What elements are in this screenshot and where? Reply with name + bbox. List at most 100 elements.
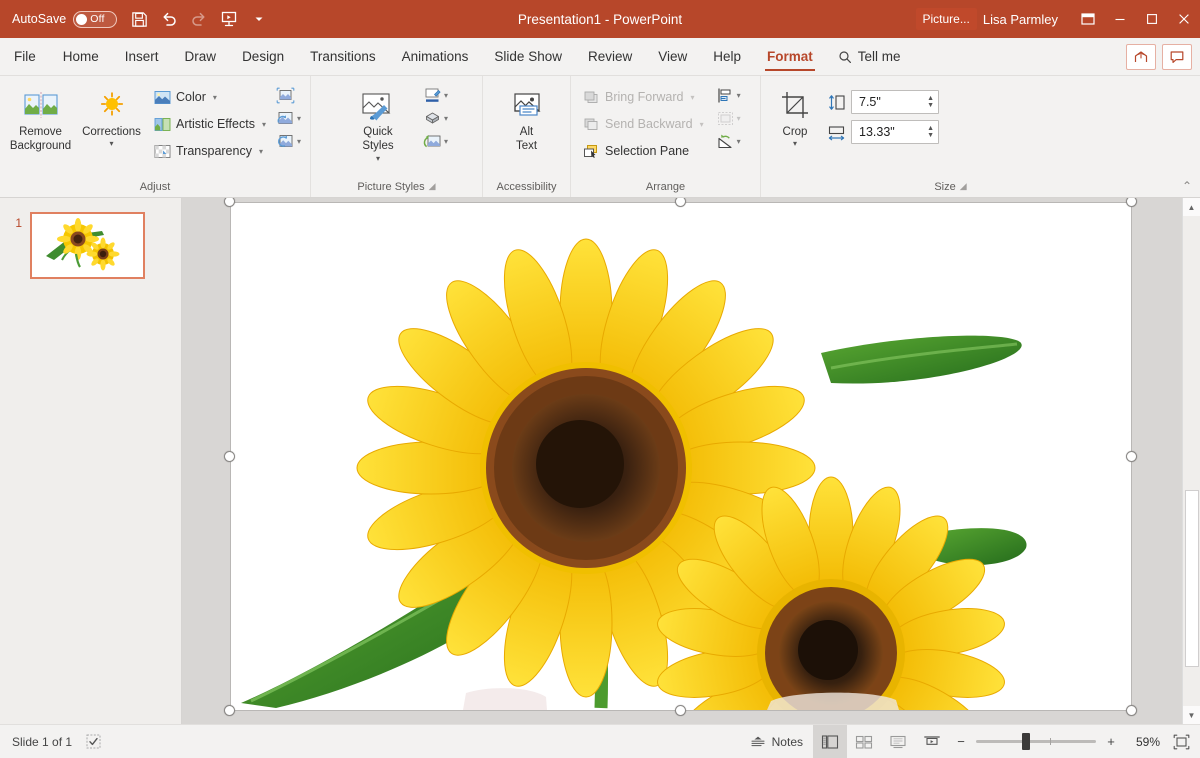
bring-forward-caret-icon[interactable]: ▾ <box>691 93 695 102</box>
color-button[interactable]: Color ▾ <box>148 84 271 110</box>
save-icon[interactable] <box>125 5 153 33</box>
zoom-percent-label[interactable]: 59% <box>1126 735 1160 749</box>
tab-draw[interactable]: Draw <box>172 38 230 75</box>
scrollbar-track[interactable] <box>1183 216 1200 706</box>
quick-styles-caret-icon[interactable]: ▾ <box>376 155 380 163</box>
bring-forward-button[interactable]: Bring Forward ▾ <box>577 84 709 110</box>
compress-pictures-button[interactable] <box>273 85 304 106</box>
tab-transitions[interactable]: Transitions <box>297 38 389 75</box>
shape-height-stepper[interactable]: ▲▼ <box>927 96 936 109</box>
size-dialog-launcher[interactable]: ◢ <box>960 181 967 192</box>
slide-count-label[interactable]: Slide 1 of 1 <box>12 735 72 749</box>
tab-review[interactable]: Review <box>575 38 645 75</box>
reset-picture-button[interactable]: ▾ <box>273 131 304 152</box>
picture-layout-button[interactable]: ▾ <box>420 131 451 152</box>
picture-effects-caret-icon[interactable]: ▾ <box>444 114 448 123</box>
send-backward-caret-icon[interactable]: ▾ <box>700 120 704 129</box>
tab-format[interactable]: Format <box>754 38 826 75</box>
rotate-button[interactable]: ▾ <box>713 131 744 152</box>
shape-height-input[interactable]: 7.5" ▲▼ <box>851 90 939 114</box>
zoom-in-button[interactable]: + <box>1105 734 1117 749</box>
picture-styles-dialog-launcher[interactable]: ◢ <box>429 181 436 192</box>
accessibility-checker-icon[interactable] <box>86 734 101 749</box>
notes-button[interactable]: Notes <box>740 725 813 758</box>
align-button[interactable]: ▾ <box>713 85 744 106</box>
quick-styles-button[interactable]: Quick Styles ▾ <box>342 82 414 167</box>
redo-icon[interactable] <box>185 5 213 33</box>
alt-text-button[interactable]: Alt Text <box>490 82 564 158</box>
picture-layout-caret-icon[interactable]: ▾ <box>444 137 448 146</box>
maximize-icon[interactable] <box>1136 0 1168 38</box>
change-picture-caret-icon[interactable]: ▾ <box>297 114 301 123</box>
transparency-caret-icon[interactable]: ▾ <box>259 147 263 156</box>
corrections-caret-icon[interactable]: ▾ <box>109 140 113 148</box>
picture-border-caret-icon[interactable]: ▾ <box>444 91 448 100</box>
autosave-switch[interactable]: Off <box>73 11 117 28</box>
fit-slide-to-window-button[interactable] <box>1168 725 1200 758</box>
group-button[interactable]: ▾ <box>713 108 744 129</box>
transparency-button[interactable]: Transparency ▾ <box>148 138 271 164</box>
artistic-effects-caret-icon[interactable]: ▾ <box>262 120 266 129</box>
scroll-down-icon[interactable]: ▼ <box>1183 706 1200 724</box>
tab-file[interactable]: File <box>0 38 50 75</box>
ribbon-display-options-icon[interactable] <box>1072 0 1104 38</box>
artistic-effects-button[interactable]: Artistic Effects ▾ <box>148 111 271 137</box>
comments-icon[interactable] <box>1162 44 1192 70</box>
sunflowers-image[interactable] <box>231 203 1131 710</box>
slide-sorter-button[interactable] <box>847 725 881 758</box>
share-icon[interactable] <box>1126 44 1156 70</box>
selection-pane-button[interactable]: Selection Pane <box>577 138 709 164</box>
tab-slide-show[interactable]: Slide Show <box>481 38 575 75</box>
scrollbar-thumb[interactable] <box>1185 490 1199 666</box>
shape-width-stepper[interactable]: ▲▼ <box>927 126 936 139</box>
zoom-out-button[interactable]: − <box>955 734 967 749</box>
shape-width-input[interactable]: 13.33" ▲▼ <box>851 120 939 144</box>
tab-design[interactable]: Design <box>229 38 297 75</box>
slide-show-button[interactable] <box>915 725 949 758</box>
account-name[interactable]: Lisa Parmley <box>983 12 1058 27</box>
normal-view-button[interactable] <box>813 725 847 758</box>
corrections-button[interactable]: Corrections ▾ <box>77 82 146 152</box>
picture-effects-button[interactable]: ▾ <box>420 108 451 129</box>
selection-handle-top-right[interactable] <box>1126 198 1137 207</box>
selection-handle-middle-right[interactable] <box>1126 451 1137 462</box>
reset-picture-caret-icon[interactable]: ▾ <box>297 137 301 146</box>
tab-home[interactable]: Home <box>50 38 112 75</box>
scroll-up-icon[interactable]: ▲ <box>1183 198 1200 216</box>
picture-border-button[interactable]: ▾ <box>420 85 451 106</box>
tab-help[interactable]: Help <box>700 38 754 75</box>
vertical-scrollbar[interactable]: ▲ ▼ <box>1182 198 1200 724</box>
crop-caret-icon[interactable]: ▾ <box>793 140 797 148</box>
send-backward-button[interactable]: Send Backward ▾ <box>577 111 709 137</box>
crop-icon <box>778 86 812 122</box>
zoom-slider[interactable] <box>976 740 1096 743</box>
close-icon[interactable] <box>1168 0 1200 38</box>
selection-handle-bottom-center[interactable] <box>675 705 686 716</box>
crop-button[interactable]: Crop ▾ <box>767 82 823 152</box>
selection-handle-middle-left[interactable] <box>224 451 235 462</box>
chevron-up-icon[interactable]: ⌃ <box>1182 179 1192 193</box>
zoom-slider-handle[interactable] <box>1022 733 1030 750</box>
tab-animations[interactable]: Animations <box>389 38 482 75</box>
slide-1[interactable] <box>230 202 1132 711</box>
tell-me-search[interactable]: Tell me <box>826 38 913 75</box>
thumbnail-row[interactable]: 1 <box>0 212 181 279</box>
chevron-down-icon[interactable] <box>245 5 273 33</box>
remove-background-button[interactable]: Remove Background <box>6 82 75 158</box>
minimize-icon[interactable] <box>1104 0 1136 38</box>
color-caret-icon[interactable]: ▾ <box>213 93 217 102</box>
rotate-caret-icon[interactable]: ▾ <box>737 137 741 146</box>
change-picture-button[interactable]: ▾ <box>273 108 304 129</box>
reading-view-button[interactable] <box>881 725 915 758</box>
autosave-toggle[interactable]: AutoSave Off <box>12 11 123 28</box>
slide-thumbnail-1[interactable] <box>30 212 145 279</box>
tab-view[interactable]: View <box>645 38 700 75</box>
selection-handle-bottom-right[interactable] <box>1126 705 1137 716</box>
start-presentation-icon[interactable] <box>215 5 243 33</box>
undo-icon[interactable] <box>155 5 183 33</box>
tab-insert[interactable]: Insert <box>112 38 172 75</box>
selection-handle-bottom-left[interactable] <box>224 705 235 716</box>
title-bar-right: Picture... Lisa Parmley <box>916 0 1200 38</box>
group-caret-icon[interactable]: ▾ <box>737 114 741 123</box>
align-caret-icon[interactable]: ▾ <box>737 91 741 100</box>
